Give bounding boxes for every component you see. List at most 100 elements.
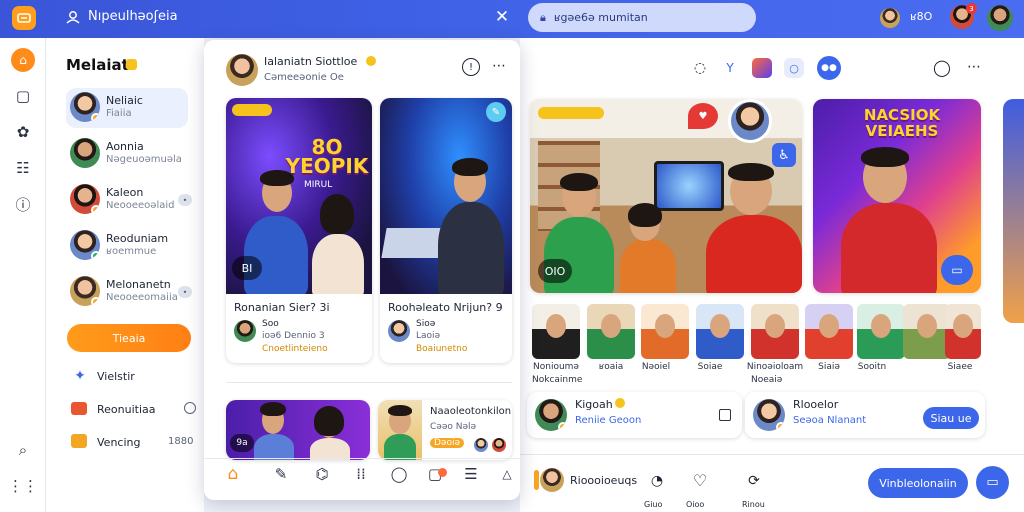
- heart-icon[interactable]: ♡: [690, 470, 710, 490]
- contact-item[interactable]: Kaleon Neooeeoəlaid •: [66, 180, 192, 220]
- calendar-icon[interactable]: ▢: [11, 84, 35, 108]
- video-icon[interactable]: ●●: [817, 56, 841, 80]
- message-fab-icon[interactable]: ▭: [976, 466, 1009, 499]
- bottom-label[interactable]: Rioooioeuqs: [570, 474, 637, 487]
- video-card[interactable]: 8O YEOPIK MIRUL BI Ronanian Sier? 3i Soo…: [226, 98, 372, 363]
- reel-thumbnail[interactable]: [945, 304, 981, 359]
- post-card[interactable]: Rlooelor Seəoa Nlanant Siau ue: [745, 392, 985, 438]
- app-logo-icon[interactable]: [12, 6, 36, 30]
- screen-icon[interactable]: ▭: [941, 255, 973, 285]
- avatar: [70, 92, 100, 122]
- avatar[interactable]: [540, 468, 564, 492]
- guest-avatar[interactable]: [728, 99, 772, 143]
- avatar: [535, 399, 567, 431]
- sidebar-link-count: 1880: [168, 436, 194, 447]
- reel-label: Sooitn: [857, 362, 887, 372]
- person-hair: [260, 402, 286, 416]
- grid-tab-icon[interactable]: ⁞⁞: [350, 463, 372, 485]
- sidebar-link-label[interactable]: Vencing: [97, 436, 140, 449]
- toggle-icon[interactable]: [184, 402, 196, 414]
- card-tag: Boaiunetno: [416, 344, 468, 354]
- more-options-icon[interactable]: ⋯: [963, 56, 985, 78]
- contact-item[interactable]: Neliaic Fiaiia: [66, 88, 188, 128]
- home-tab-icon[interactable]: ⌂: [222, 463, 244, 485]
- person-head: [953, 314, 973, 338]
- notes-icon[interactable]: ☷: [11, 156, 35, 180]
- share-icon[interactable]: ⟳: [745, 472, 763, 490]
- contact-item[interactable]: Aonnia Nəgeuoəmuəla: [66, 134, 188, 174]
- video-counter: OIO: [538, 259, 572, 283]
- story-icon[interactable]: ○: [784, 58, 804, 78]
- edit-tab-icon[interactable]: ✎: [270, 463, 292, 485]
- primary-cta-button[interactable]: Vinbleolonaiin: [868, 468, 968, 498]
- video-card[interactable]: NACSIOK VEIAEHS ▭: [813, 99, 981, 293]
- more-tab-icon[interactable]: △: [496, 463, 518, 485]
- chat-icon[interactable]: ◌: [690, 58, 710, 78]
- profile-icon[interactable]: [64, 8, 82, 26]
- post-card[interactable]: Kigoah Reniie Geoon: [527, 392, 742, 438]
- camera-icon[interactable]: [752, 58, 772, 78]
- panel-divider: [226, 382, 512, 383]
- close-icon[interactable]: ✕: [492, 7, 512, 27]
- video-card[interactable]: Naaoleotonkilon Cəəo Nələ Dəoiə: [378, 400, 512, 460]
- contact-item[interactable]: Reoduniam ʁoemmue: [66, 226, 188, 266]
- user-avatar[interactable]: [880, 8, 900, 28]
- home-icon[interactable]: ⌂: [11, 48, 35, 72]
- more-icon[interactable]: •: [178, 286, 192, 298]
- person-hair: [260, 170, 294, 186]
- accessibility-icon[interactable]: ♿︎: [772, 143, 796, 167]
- join-button[interactable]: Tieaia: [67, 324, 191, 352]
- reel-sublabel: Nokcainme: [532, 375, 583, 385]
- person-hair: [560, 173, 598, 191]
- reel-thumbnail[interactable]: [805, 304, 853, 359]
- search-text: ʁgəe6ə mumitan: [553, 11, 648, 24]
- reel-thumbnail[interactable]: [532, 304, 580, 359]
- follow-button[interactable]: Siau ue: [923, 407, 979, 429]
- reel-thumbnail[interactable]: [696, 304, 744, 359]
- bookmark-icon[interactable]: [719, 409, 731, 421]
- person: [254, 434, 294, 460]
- avatar: [70, 230, 100, 260]
- person-head: [710, 314, 730, 338]
- more-options-icon[interactable]: ⋯: [490, 56, 508, 76]
- info-icon[interactable]: !: [462, 58, 480, 76]
- host-avatar[interactable]: [226, 54, 258, 86]
- apps-grid-icon[interactable]: ⋮⋮: [8, 474, 38, 498]
- reel-thumbnail[interactable]: [751, 304, 799, 359]
- contact-item[interactable]: Melonanetn Neooeeomaiia •: [66, 272, 192, 312]
- video-card[interactable]: ♥ ♿︎ OIO: [530, 99, 802, 293]
- person-hair: [314, 406, 344, 436]
- sidebar-link-label[interactable]: Reonuitiaa: [97, 403, 156, 416]
- reel-thumbnail[interactable]: [587, 304, 635, 359]
- compass-icon[interactable]: ✿: [11, 120, 35, 144]
- search-icon[interactable]: ⌕: [11, 438, 35, 462]
- verified-icon: [366, 56, 376, 66]
- sidebar-link-label[interactable]: Vielstir: [97, 370, 135, 383]
- reel-thumbnail[interactable]: [641, 304, 689, 359]
- tv-screen: [654, 161, 724, 211]
- post-author: Kigoah: [575, 398, 613, 411]
- chat-tab-icon[interactable]: ◯: [388, 463, 410, 485]
- verified-icon: [615, 398, 625, 408]
- video-card[interactable]: 9a: [226, 400, 370, 460]
- icon-rail: ⌂ ▢ ✿ ☷ ⓘ ⌕ ⋮⋮: [0, 38, 46, 512]
- avatar: [388, 320, 410, 342]
- account-avatar[interactable]: [987, 5, 1013, 31]
- info-icon[interactable]: ⓘ: [11, 192, 35, 216]
- person: [438, 202, 504, 294]
- heart-pin-icon[interactable]: ♥: [688, 103, 718, 129]
- message-icon[interactable]: ◯: [931, 56, 953, 78]
- search-bar[interactable]: 🔒︎ ʁgəe6ə mumitan: [528, 3, 756, 32]
- lock-icon: 🔒︎: [540, 10, 546, 24]
- list-tab-icon[interactable]: ☰: [460, 463, 482, 485]
- reel-thumbnail[interactable]: [857, 304, 905, 359]
- video-card[interactable]: ✎ Roohəleato Nrijun? 9 Sioə Laoiə Boaiun…: [380, 98, 512, 363]
- explore-tab-icon[interactable]: ⌬: [311, 463, 333, 485]
- folder-icon: [71, 434, 87, 448]
- filter-icon[interactable]: Y: [720, 58, 740, 78]
- card-user: Sioə: [416, 319, 436, 329]
- reel-thumbnail[interactable]: [903, 304, 951, 359]
- pin-icon[interactable]: ✎: [486, 102, 506, 122]
- comment-icon[interactable]: ◔: [648, 472, 666, 490]
- more-icon[interactable]: •: [178, 194, 192, 206]
